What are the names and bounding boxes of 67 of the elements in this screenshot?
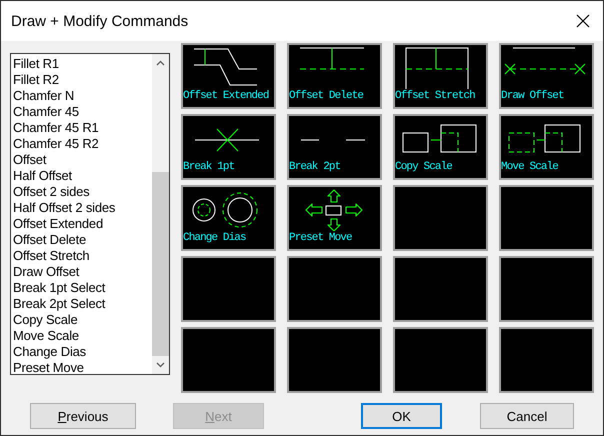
dialog-button[interactable]: OK [361,403,442,429]
list-item[interactable]: Move Scale [13,328,152,344]
move-scale-drawing [508,124,580,152]
list-item[interactable]: Chamfer 45 [13,104,152,120]
offset-stretch-drawing [406,48,468,89]
list-item[interactable]: Offset 2 sides [13,184,152,200]
list-item[interactable]: Copy Scale [13,312,152,328]
list-item[interactable]: Break 2pt Select [13,296,152,312]
list-item[interactable]: Offset [13,152,152,168]
change-diameter-drawing [192,192,258,228]
command-tile[interactable]: Change Dias [181,185,276,251]
scrollbar[interactable] [152,54,169,374]
command-tile[interactable]: Move Scale [499,114,594,180]
break-one-point-drawing [194,128,260,152]
command-tile[interactable]: Preset Move [287,185,382,251]
command-list[interactable] [10,53,170,375]
tile-label: Change Dias [183,231,247,245]
empty-tile[interactable] [287,256,382,322]
list-item[interactable]: Fillet R2 [13,72,152,88]
command-tile[interactable]: Offset Extended [181,43,276,109]
list-item[interactable]: Break 1pt Select [13,280,152,296]
empty-tile[interactable] [181,327,276,393]
empty-tile[interactable] [499,185,594,251]
command-tile[interactable]: Offset Delete [287,43,382,109]
list-item[interactable]: Preset Move [13,360,152,376]
scroll-thumb[interactable] [152,172,169,356]
window-title: Draw + Modify Commands [11,12,188,30]
tile-label: Offset Delete [289,89,364,103]
command-tile[interactable]: Break 2pt [287,114,382,180]
tile-label: Copy Scale [395,160,454,174]
tile-label: Offset Extended [183,89,270,103]
empty-tile[interactable] [499,256,594,322]
list-item[interactable]: Draw Offset [13,264,152,280]
dialog-button[interactable]: Previous [30,403,136,429]
list-item[interactable]: Offset Delete [13,232,152,248]
preset-move-drawing [306,190,362,231]
close-icon[interactable] [576,14,590,28]
command-tile[interactable]: Break 1pt [181,114,276,180]
tile-label: Break 2pt [289,160,342,174]
tile-label: Preset Move [289,231,353,245]
tile-label: Break 1pt [183,160,236,174]
list-item[interactable]: Half Offset 2 sides [13,200,152,216]
empty-tile[interactable] [287,327,382,393]
list-item[interactable]: Chamfer 45 R1 [13,120,152,136]
list-item[interactable]: Fillet R1 [13,56,152,72]
scroll-up-icon[interactable] [156,60,165,66]
empty-tile[interactable] [393,185,488,251]
empty-tile[interactable] [499,327,594,393]
list-item[interactable]: Offset Stretch [13,248,152,264]
list-item[interactable]: Half Offset [13,168,152,184]
list-item[interactable]: Chamfer N [13,88,152,104]
list-item[interactable]: Chamfer 45 R2 [13,136,152,152]
command-tile[interactable]: Offset Stretch [393,43,488,109]
tile-label: Draw Offset [501,89,565,103]
empty-tile[interactable] [393,327,488,393]
tile-label: Offset Stretch [395,89,476,103]
tile-label: Move Scale [501,160,560,174]
command-tile[interactable]: Draw Offset [499,43,594,109]
empty-tile[interactable] [393,256,488,322]
list-item[interactable]: Offset Extended [13,216,152,232]
command-tile[interactable]: Copy Scale [393,114,488,180]
list-item[interactable]: Change Dias [13,344,152,360]
dialog-button[interactable]: Cancel [480,403,574,429]
empty-tile[interactable] [181,256,276,322]
offset-delete-drawing [300,48,364,70]
offset-extended-drawing [194,48,258,86]
scroll-down-icon[interactable] [156,362,165,368]
